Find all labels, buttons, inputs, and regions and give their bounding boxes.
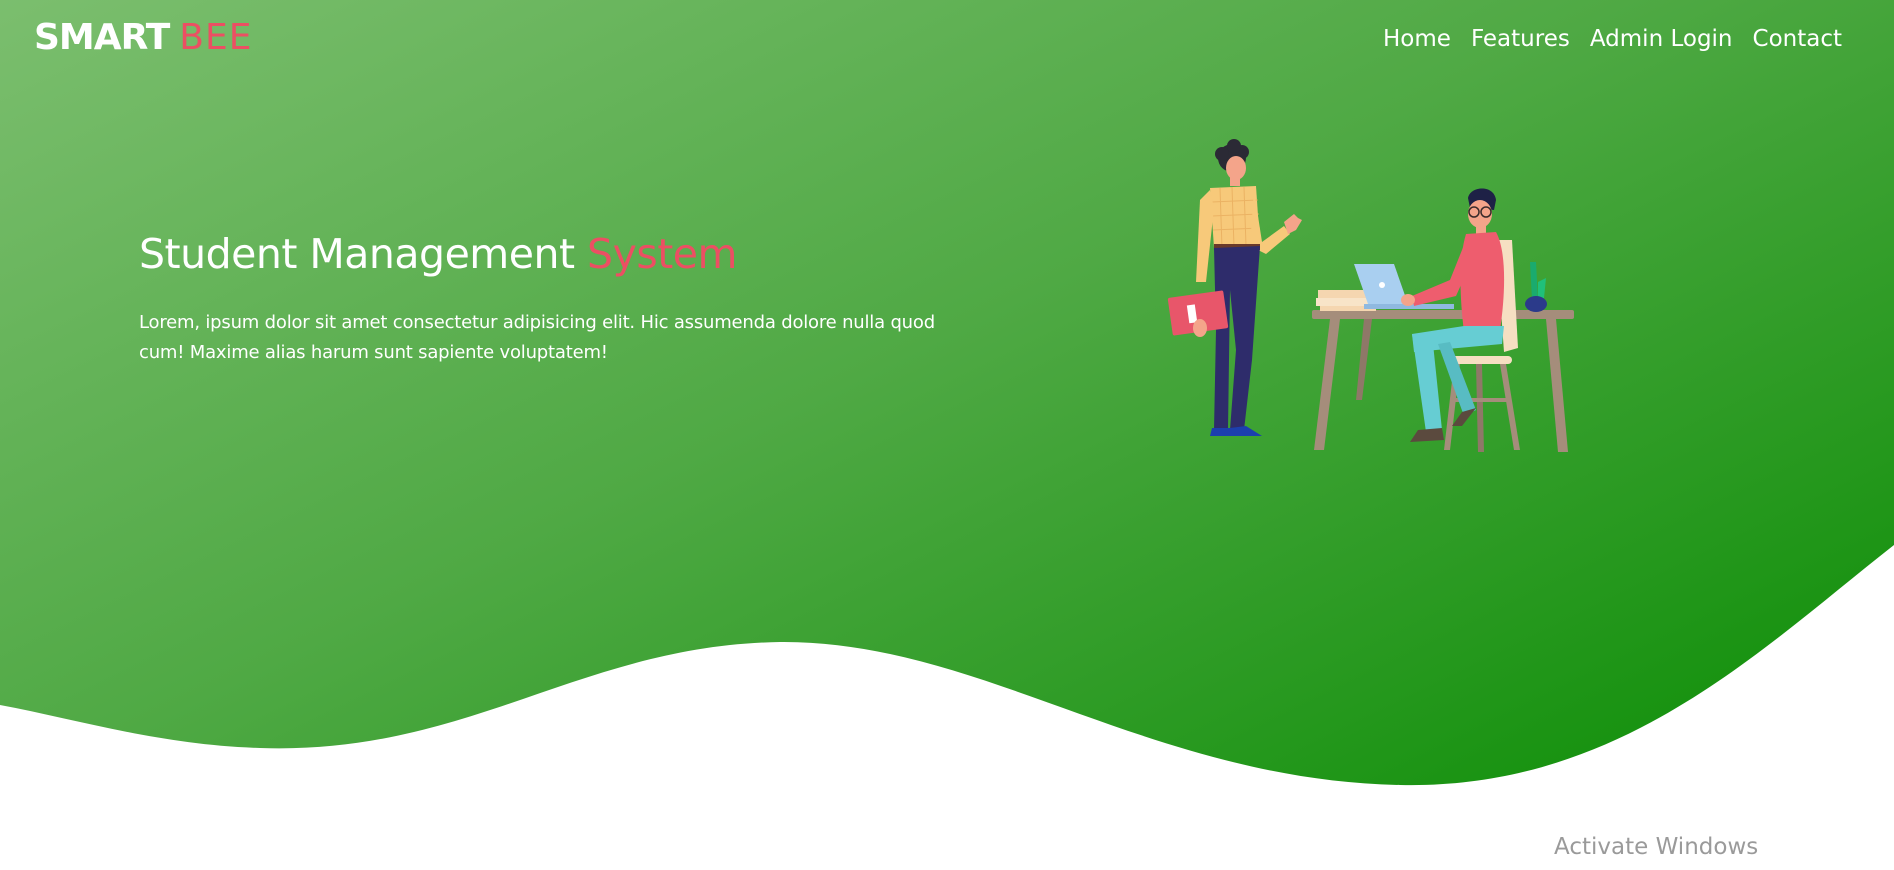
standing-man-figure — [1167, 139, 1302, 436]
landing-page: SMART BEE Home Features Admin Login Conta… — [0, 0, 1894, 870]
nav-contact-link[interactable]: Contact — [1753, 20, 1842, 58]
hero-title-accent: System — [587, 230, 737, 278]
nav-admin-login-link[interactable]: Admin Login — [1590, 20, 1733, 58]
hero-description: Lorem, ipsum dolor sit amet consectetur … — [139, 312, 935, 363]
nav-features-link[interactable]: Features — [1471, 20, 1570, 58]
main-nav: Home Features Admin Login Contact — [1383, 20, 1842, 58]
hero-title-main: Student Management — [139, 230, 588, 278]
hero-background — [0, 0, 1894, 786]
brand-second-word: BEE — [179, 17, 253, 58]
nav-home-link[interactable]: Home — [1383, 20, 1451, 58]
activate-windows-watermark: Activate Windows — [1554, 834, 1759, 860]
brand-first-word: SMART — [34, 17, 170, 58]
brand-logo[interactable]: SMART BEE — [34, 14, 252, 62]
office-people-illustration — [1167, 139, 1574, 452]
hero-title: Student Management System — [139, 226, 737, 282]
hero-wave-shape — [0, 0, 1894, 786]
